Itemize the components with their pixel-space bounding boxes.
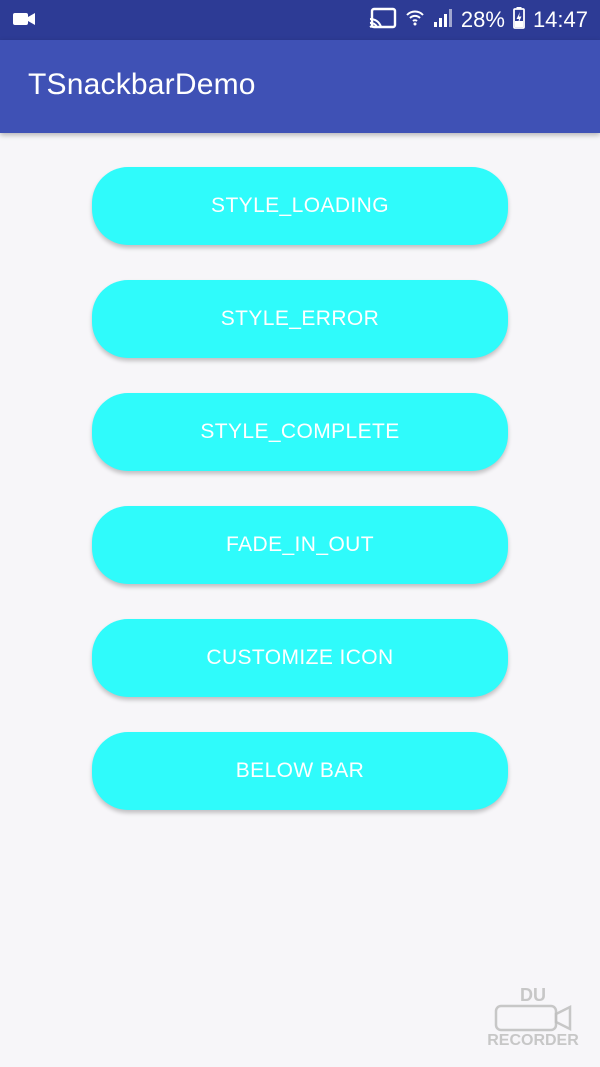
customize-icon-button[interactable]: CUSTOMIZE ICON [92, 619, 508, 697]
app-title: TSnackbarDemo [28, 68, 256, 101]
status-bar: 28% 14:47 [0, 0, 600, 40]
watermark-recorder-text: RECORDER [487, 1032, 579, 1049]
clock: 14:47 [532, 7, 588, 32]
fade-in-out-button[interactable]: FADE_IN_OUT [92, 506, 508, 584]
video-recording-icon [12, 11, 36, 32]
button-list: STYLE_LOADING STYLE_ERROR STYLE_COMPLETE… [92, 167, 508, 845]
battery-charging-icon [513, 6, 525, 34]
style-error-button[interactable]: STYLE_ERROR [92, 280, 508, 358]
below-bar-button[interactable]: BELOW BAR [92, 732, 508, 810]
signal-icon [433, 8, 453, 33]
app-bar: TSnackbarDemo [0, 40, 600, 133]
wifi-icon [405, 7, 425, 34]
cast-icon [369, 7, 397, 34]
battery-percentage: 28% [460, 7, 505, 32]
recorder-watermark: DU RECORDER [478, 985, 588, 1055]
style-complete-button[interactable]: STYLE_COMPLETE [92, 393, 508, 471]
style-loading-button[interactable]: STYLE_LOADING [92, 167, 508, 245]
